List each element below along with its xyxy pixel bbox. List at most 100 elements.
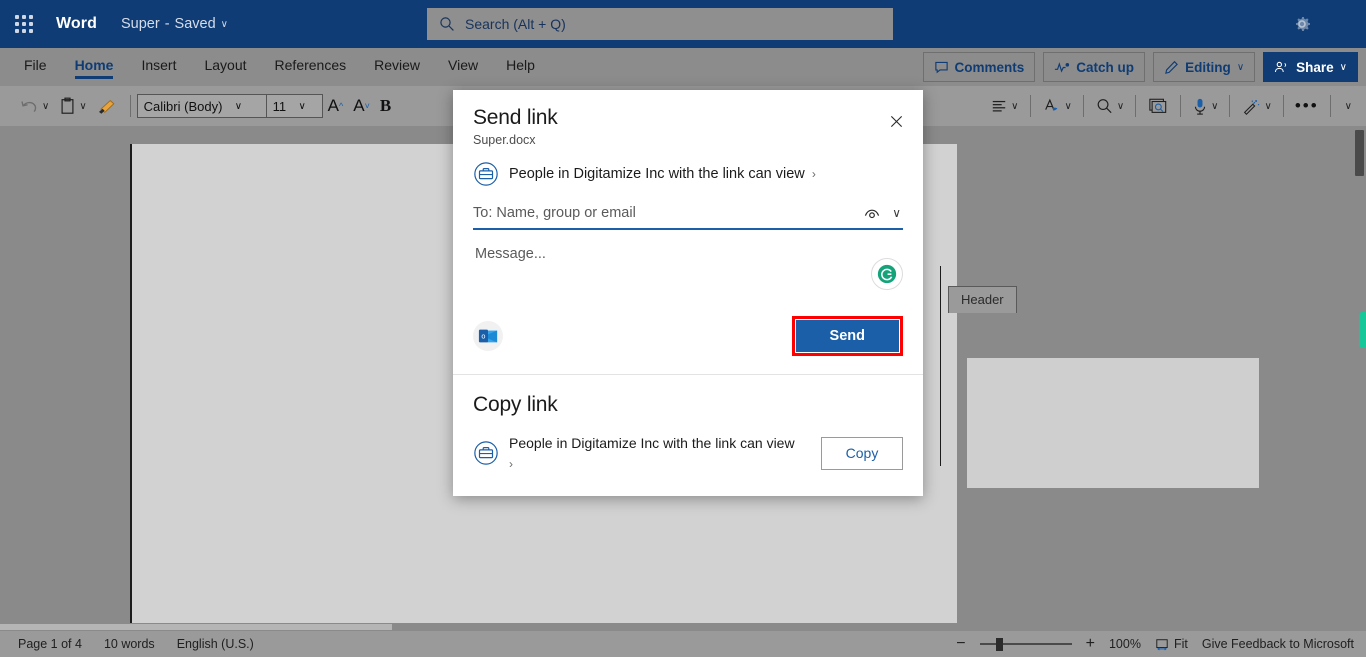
find-icon: [1097, 99, 1112, 114]
format-painter-button[interactable]: [92, 91, 124, 121]
undo-button[interactable]: ∨: [14, 91, 54, 121]
recipients-dropdown-chevron-icon[interactable]: ∨: [890, 206, 903, 220]
text-highlight-button[interactable]: ∨: [1037, 91, 1077, 121]
copy-link-permission-wrap[interactable]: People in Digitamize Inc with the link c…: [509, 433, 811, 474]
zoom-slider[interactable]: [979, 637, 1072, 651]
briefcase-icon: [474, 162, 498, 186]
top-action-buttons: Comments Catch up Editing ∨ Share ∨: [922, 52, 1358, 82]
tab-review[interactable]: Review: [360, 48, 434, 81]
share-label: Share: [1296, 59, 1334, 75]
zoom-in-button[interactable]: +: [1086, 636, 1095, 652]
search-box[interactable]: Search (Alt + Q): [427, 8, 893, 40]
microphone-icon: [1195, 98, 1206, 115]
grammarly-button[interactable]: [871, 258, 903, 290]
fit-button[interactable]: Fit: [1155, 637, 1188, 651]
close-icon: [890, 115, 902, 127]
share-button[interactable]: Share ∨: [1263, 52, 1358, 82]
copy-link-row: People in Digitamize Inc with the link c…: [473, 433, 903, 474]
chevron-down-icon: ∨: [1344, 100, 1352, 112]
outlook-button[interactable]: o: [473, 321, 503, 351]
zoom-slider-knob[interactable]: [995, 638, 1003, 651]
horizontal-scrollbar[interactable]: [0, 623, 1366, 631]
settings-button[interactable]: [1290, 12, 1314, 36]
font-size-value: 11: [272, 98, 287, 114]
toolbar-divider: [1180, 95, 1182, 117]
chevron-down-icon: ∨: [42, 100, 50, 112]
share-people-icon: [1275, 61, 1287, 72]
chevron-down-icon: ∨: [1011, 100, 1019, 112]
tab-file[interactable]: File: [10, 48, 61, 81]
status-right-group: − + 100% Fit Give Feedback to Microsoft: [956, 636, 1354, 652]
tab-layout[interactable]: Layout: [190, 48, 260, 81]
status-left-group: Page 1 of 4 10 words English (U.S.): [18, 637, 254, 651]
chevron-down-icon: ∨: [1064, 100, 1072, 112]
document-save-state: Saved: [174, 16, 216, 32]
contacts-eye-icon[interactable]: [862, 203, 882, 223]
chevron-right-icon: ›: [811, 167, 816, 181]
message-input[interactable]: [473, 244, 907, 272]
editor-wand-icon: [1244, 99, 1260, 115]
shrink-font-button[interactable]: A ˅: [348, 91, 375, 121]
editing-label: Editing: [1185, 59, 1231, 75]
search-placeholder: Search (Alt + Q): [465, 16, 566, 32]
tab-help[interactable]: Help: [492, 48, 549, 81]
font-size-select[interactable]: 11 ∨: [266, 94, 323, 118]
collapse-ribbon-button[interactable]: ∨: [1337, 91, 1366, 121]
send-button-highlight: Send: [791, 316, 903, 356]
comments-button[interactable]: Comments: [922, 52, 1036, 82]
copy-button[interactable]: Copy: [821, 436, 903, 470]
toolbar-divider: [1282, 95, 1284, 117]
document-content-block[interactable]: [967, 358, 1259, 488]
message-area: [473, 244, 907, 310]
horizontal-scroll-thumb[interactable]: [0, 624, 392, 630]
document-title-button[interactable]: Super - Saved ∨: [121, 16, 228, 32]
app-launcher-button[interactable]: [4, 4, 44, 44]
chevron-down-icon: ∨: [1211, 100, 1219, 112]
zoom-out-button[interactable]: −: [956, 636, 965, 652]
editor-button[interactable]: ∨: [1236, 91, 1276, 121]
tab-insert[interactable]: Insert: [127, 48, 190, 81]
tab-home[interactable]: Home: [61, 48, 128, 81]
catch-up-button[interactable]: Catch up: [1043, 52, 1146, 82]
format-painter-icon: [98, 99, 115, 114]
grow-font-button[interactable]: A ^: [323, 91, 349, 121]
more-commands-button[interactable]: •••: [1290, 91, 1324, 121]
toolbar-right-group: ∨ ∨ ∨ ∨ ∨ ••• ∨: [985, 86, 1366, 126]
editing-mode-button[interactable]: Editing ∨: [1153, 52, 1256, 82]
zoom-slider-track: [979, 643, 1072, 645]
comments-label: Comments: [954, 59, 1025, 75]
language-indicator[interactable]: English (U.S.): [177, 637, 254, 651]
copy-link-section: Copy link People in Digitamize Inc with …: [453, 375, 923, 496]
more-commands-label: •••: [1294, 96, 1319, 115]
page-indicator[interactable]: Page 1 of 4: [18, 637, 82, 651]
outlook-icon: o: [478, 329, 498, 343]
paste-button[interactable]: ∨: [54, 91, 91, 121]
header-area-tab[interactable]: Header: [948, 286, 1017, 313]
dictate-button[interactable]: ∨: [1187, 91, 1223, 121]
toolbar-divider: [1135, 95, 1137, 117]
paragraph-align-button[interactable]: ∨: [985, 91, 1023, 121]
font-family-select[interactable]: Calibri (Body) ∨: [136, 94, 267, 118]
toolbar-divider: [1082, 95, 1084, 117]
tab-view[interactable]: View: [434, 48, 492, 81]
vertical-scroll-thumb[interactable]: [1355, 130, 1364, 176]
vertical-scrollbar[interactable]: [1352, 126, 1366, 631]
grammarly-icon: [877, 264, 897, 284]
bold-button[interactable]: B: [375, 91, 396, 121]
feedback-link[interactable]: Give Feedback to Microsoft: [1202, 637, 1354, 651]
zoom-level[interactable]: 100%: [1109, 637, 1141, 651]
side-accent-tab[interactable]: [1359, 312, 1366, 348]
dialog-header: Send link Super.docx: [453, 90, 923, 147]
recipients-input[interactable]: [473, 203, 863, 223]
link-permission-text-wrap: People in Digitamize Inc with the link c…: [509, 166, 816, 182]
word-count[interactable]: 10 words: [104, 637, 155, 651]
send-row: o Send: [453, 310, 923, 374]
chevron-down-icon: ∨: [1339, 61, 1347, 73]
find-button[interactable]: ∨: [1090, 91, 1129, 121]
close-button[interactable]: [883, 108, 909, 134]
immersive-reader-button[interactable]: [1142, 91, 1174, 121]
send-button[interactable]: Send: [795, 320, 899, 352]
recipients-field[interactable]: ∨: [473, 203, 903, 230]
tab-references[interactable]: References: [261, 48, 361, 81]
link-permission-button[interactable]: People in Digitamize Inc with the link c…: [453, 147, 923, 191]
